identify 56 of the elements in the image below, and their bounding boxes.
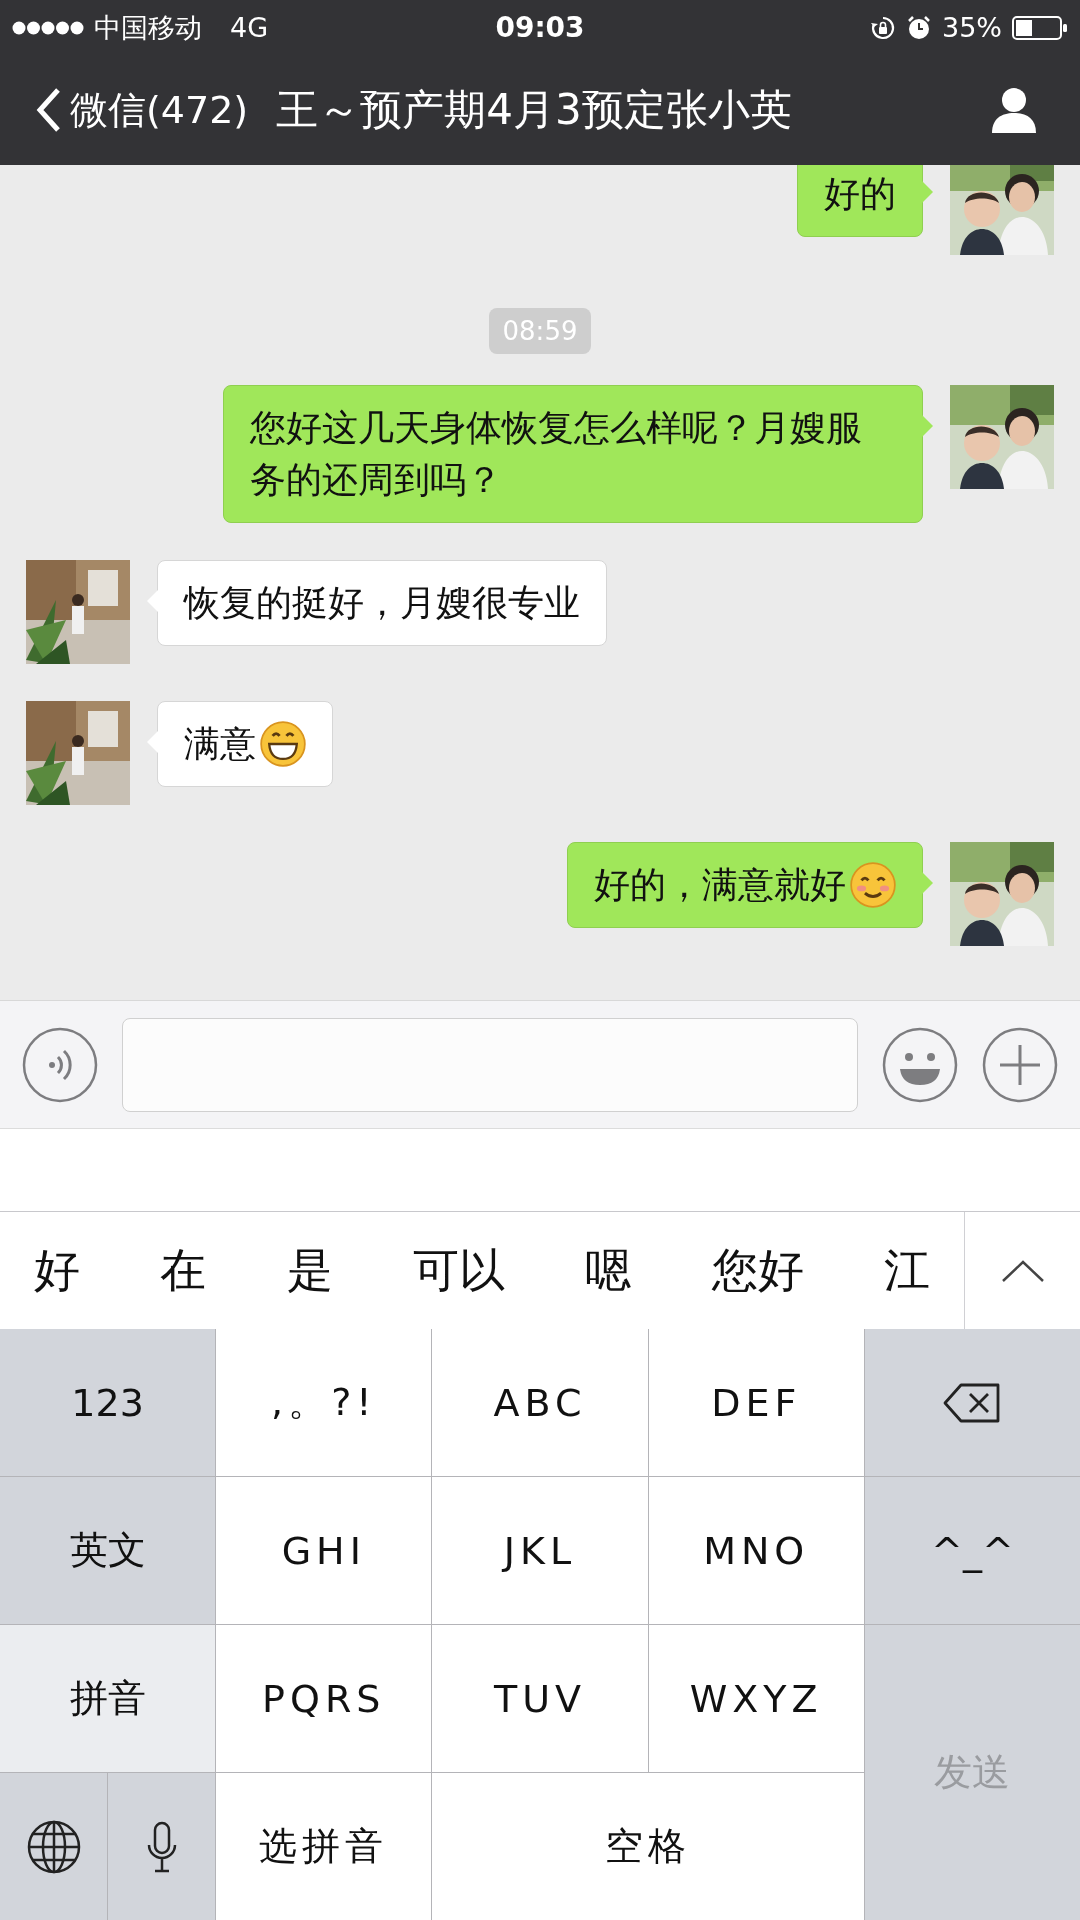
grinning-face-icon bbox=[260, 721, 306, 767]
microphone-icon bbox=[146, 1820, 177, 1873]
keyboard-key[interactable]: 英文 bbox=[0, 1477, 216, 1624]
keyboard-key[interactable]: 123 bbox=[0, 1329, 216, 1476]
message-bubble: 好的，满意就好 bbox=[567, 842, 923, 928]
carrier-name: 中国移动 bbox=[94, 10, 202, 45]
space-key[interactable]: 空格 bbox=[432, 1773, 864, 1920]
candidate-word[interactable]: 嗯 bbox=[581, 1239, 636, 1302]
clock: 09:03 bbox=[495, 11, 585, 44]
plus-icon[interactable] bbox=[982, 1026, 1058, 1103]
message-bubble: 您好这几天身体恢复怎么样呢？月嫂服务的还周到吗？ bbox=[223, 385, 923, 523]
globe-icon bbox=[26, 1819, 81, 1874]
back-chevron-icon bbox=[36, 87, 62, 133]
keyboard-key[interactable]: 选拼音 bbox=[216, 1773, 432, 1920]
battery-icon bbox=[1012, 15, 1068, 40]
battery-percent: 35% bbox=[942, 12, 1002, 43]
signal-icon bbox=[12, 20, 84, 35]
keyboard-key[interactable]: PQRS bbox=[216, 1625, 432, 1772]
candidate-word[interactable]: 您好 bbox=[707, 1239, 808, 1302]
message-input-field[interactable] bbox=[122, 1017, 858, 1112]
alarm-icon bbox=[906, 14, 932, 41]
keyboard-key[interactable]: WXYZ bbox=[648, 1625, 864, 1772]
bubble-tail bbox=[146, 590, 158, 612]
network-type: 4G bbox=[230, 12, 269, 43]
bubble-tail bbox=[922, 415, 934, 437]
bubble-tail bbox=[922, 181, 934, 203]
emoji-icon[interactable] bbox=[882, 1026, 958, 1103]
candidate-word[interactable]: 江 bbox=[879, 1239, 934, 1302]
candidate-word[interactable]: 可以 bbox=[409, 1239, 509, 1302]
candidate-word[interactable]: 在 bbox=[156, 1239, 211, 1302]
keyboard-key[interactable]: DEF bbox=[648, 1329, 864, 1476]
bubble-tail bbox=[146, 731, 158, 753]
bubble-tail bbox=[922, 872, 934, 894]
backspace-icon bbox=[943, 1382, 1002, 1423]
keyboard-key[interactable]: ,。?! bbox=[216, 1329, 432, 1476]
candidate-word[interactable]: 好 bbox=[30, 1239, 84, 1302]
keyboard-key[interactable]: TUV bbox=[432, 1625, 648, 1772]
smiling-face-icon bbox=[850, 862, 896, 908]
keyboard-key[interactable]: 拼音 bbox=[0, 1625, 216, 1772]
keyboard-key[interactable]: ABC bbox=[432, 1329, 648, 1476]
keyboard-key[interactable]: JKL bbox=[432, 1477, 648, 1624]
keyboard-key[interactable]: GHI bbox=[216, 1477, 432, 1624]
candidate-word[interactable]: 是 bbox=[282, 1239, 337, 1302]
voice-icon[interactable] bbox=[22, 1026, 98, 1103]
person-icon[interactable] bbox=[990, 87, 1038, 133]
back-button[interactable]: 微信(472) bbox=[36, 84, 249, 136]
keyboard-key[interactable]: MNO bbox=[648, 1477, 864, 1624]
keyboard-key[interactable]: ^_^ bbox=[864, 1477, 1080, 1624]
rotation-lock-icon bbox=[870, 14, 896, 41]
message-bubble: 好的 bbox=[797, 165, 923, 237]
backspace-key[interactable] bbox=[864, 1329, 1080, 1476]
globe-key[interactable] bbox=[0, 1773, 108, 1920]
chat-title: 王～预产期4月3预定张小英 bbox=[276, 84, 793, 136]
message-bubble: 满意 bbox=[157, 701, 333, 787]
message-bubble: 恢复的挺好，月嫂很专业 bbox=[157, 560, 607, 646]
caret-up-icon bbox=[1000, 1258, 1045, 1283]
